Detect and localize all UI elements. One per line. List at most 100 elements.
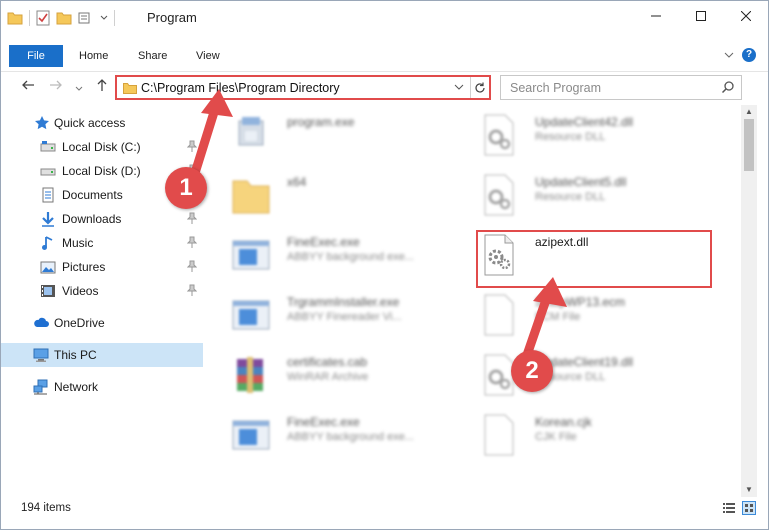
network-icon [33, 379, 48, 395]
close-button[interactable] [723, 1, 768, 31]
scrollbar-thumb[interactable] [744, 119, 754, 171]
navigation-bar: C:\Program Files\Program Directory Searc… [1, 71, 768, 101]
vertical-scrollbar[interactable]: ▲ ▼ [741, 105, 757, 497]
sidebar-item-label: OneDrive [54, 316, 105, 330]
chevron-down-icon[interactable] [454, 82, 464, 92]
toolbar-separator [29, 10, 30, 26]
list-item[interactable]: TrgrammInstaller.exe ABBYY Finereader Vi… [231, 287, 471, 345]
pin-icon[interactable] [187, 140, 197, 152]
properties-icon[interactable] [36, 10, 50, 26]
recent-locations-button[interactable] [75, 80, 83, 96]
file-description: ABBYY background exe... [287, 431, 414, 443]
sidebar-item-label: Pictures [62, 260, 106, 274]
minimize-button[interactable] [633, 1, 678, 31]
file-description: ABBYY Finereader Vi... [287, 311, 402, 323]
file-description: Resource DLL [535, 191, 606, 203]
tab-share[interactable]: Share [138, 45, 167, 67]
file-name: program.exe [287, 115, 355, 129]
sidebar-item-onedrive[interactable]: OneDrive [1, 311, 203, 335]
file-name: UpdateClient42.dll [535, 115, 634, 129]
address-bar[interactable]: C:\Program Files\Program Directory [115, 75, 491, 100]
toolbar-separator [114, 10, 115, 26]
arrow-left-icon [22, 80, 34, 90]
customize-icon[interactable] [78, 11, 94, 25]
address-path: C:\Program Files\Program Directory [141, 81, 340, 95]
sidebar-item-network[interactable]: Network [1, 375, 203, 399]
help-icon[interactable]: ? [742, 48, 756, 62]
folder-icon[interactable] [7, 11, 23, 25]
title-bar: Program [1, 1, 768, 33]
sidebar-item-downloads[interactable]: Downloads [1, 207, 203, 231]
sidebar-item-label: Documents [62, 188, 123, 202]
tab-home[interactable]: Home [79, 45, 108, 67]
status-bar: 194 items [1, 499, 768, 519]
chevron-down-icon[interactable] [100, 14, 108, 22]
list-item[interactable]: program.exe [231, 107, 471, 165]
sidebar-item-videos[interactable]: Videos [1, 279, 203, 303]
search-input[interactable]: Search Program [510, 81, 601, 95]
pin-icon[interactable] [187, 284, 197, 296]
file-name: UpdateClient5.dll [535, 175, 627, 189]
pc-icon [33, 348, 49, 362]
archive-icon [237, 357, 263, 393]
file-name: FineExec.exe [287, 235, 360, 249]
window-controls [633, 1, 768, 31]
documents-icon [42, 187, 54, 203]
cloud-icon [34, 317, 49, 327]
explorer-window: Program File Home Share View ? C:\Progra… [0, 0, 769, 530]
pin-icon[interactable] [187, 212, 197, 224]
sidebar-item-label: This PC [54, 348, 97, 362]
download-icon [42, 212, 54, 227]
sidebar-item-this-pc[interactable]: This PC [1, 343, 203, 367]
step-badge-2: 2 [511, 350, 553, 392]
search-box[interactable]: Search Program [500, 75, 742, 100]
list-item[interactable]: certificates.cab WinRAR Archive [231, 347, 471, 405]
file-description: ECM File [535, 311, 581, 323]
back-button[interactable] [21, 78, 35, 95]
tab-file[interactable]: File [9, 45, 63, 67]
sidebar-item-music[interactable]: Music [1, 231, 203, 255]
expand-ribbon-icon[interactable] [724, 51, 734, 59]
scroll-down-icon[interactable]: ▼ [745, 485, 753, 494]
window-icon [232, 240, 270, 270]
list-item[interactable]: FineExec.exe ABBYY background exe... [231, 227, 471, 285]
ribbon-tabs: File Home Share View ? [1, 45, 768, 67]
file-description: Resource DLL [535, 131, 606, 143]
up-button[interactable] [95, 78, 109, 95]
list-item[interactable]: FineExec.exe ABBYY background exe... [231, 407, 471, 465]
sidebar-item-local-disk-c[interactable]: Local Disk (C:) [1, 135, 203, 159]
sidebar-item-label: Quick access [54, 116, 126, 130]
refresh-button[interactable] [470, 77, 489, 98]
file-description: CJK File [535, 431, 577, 443]
sidebar-item-quick-access[interactable]: Quick access [1, 111, 203, 135]
sidebar-item-label: Downloads [62, 212, 122, 226]
close-icon [740, 11, 751, 21]
list-item[interactable]: Korean.cjk CJK File [479, 407, 719, 465]
list-item[interactable]: UpdateClient42.dll Resource DLL [479, 107, 719, 165]
file-icon [484, 294, 514, 336]
large-icons-view-icon[interactable] [742, 501, 756, 515]
drive-icon [40, 168, 56, 176]
maximize-button[interactable] [678, 1, 723, 31]
window-icon [232, 300, 270, 330]
arrow-up-icon [97, 79, 107, 91]
sidebar-item-pictures[interactable]: Pictures [1, 255, 203, 279]
file-name: x64 [287, 175, 307, 189]
pin-icon[interactable] [187, 260, 197, 272]
sidebar-item-label: Local Disk (C:) [62, 140, 141, 154]
pin-icon[interactable] [187, 236, 197, 248]
quick-access-toolbar [7, 10, 115, 26]
new-folder-icon[interactable] [56, 11, 72, 25]
sidebar-item-label: Network [54, 380, 99, 394]
forward-button[interactable] [49, 78, 63, 95]
search-icon [721, 81, 734, 94]
list-item[interactable]: UpdateClient5.dll Resource DLL [479, 167, 719, 225]
details-view-icon[interactable] [722, 501, 736, 515]
sidebar-item-label: Music [62, 236, 94, 250]
list-item[interactable]: SetupWP13.ecm ECM File [479, 287, 719, 345]
list-item[interactable]: x64 [231, 167, 471, 225]
scroll-up-icon[interactable]: ▲ [745, 107, 753, 116]
tab-view[interactable]: View [196, 45, 220, 67]
file-name: Korean.cjk [535, 415, 592, 429]
file-description: ABBYY background exe... [287, 251, 414, 263]
